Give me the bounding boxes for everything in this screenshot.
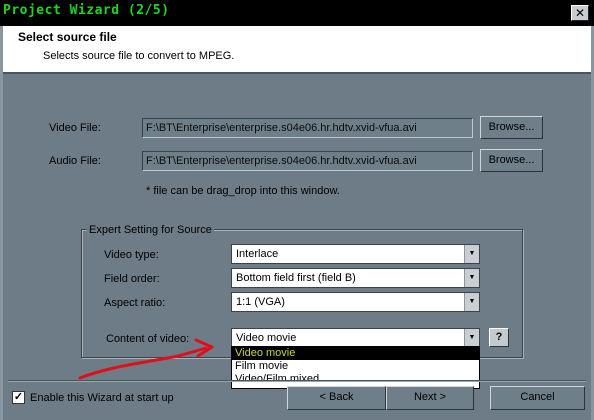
window-title: Project Wizard (2/5) [3,3,170,18]
video-file-input[interactable]: F:\BT\Enterprise\enterprise.s04e06.hr.hd… [142,118,473,138]
chevron-down-icon[interactable]: ▼ [464,245,479,263]
field-order-label: Field order: [104,273,160,285]
video-browse-button[interactable]: Browse... [480,116,543,139]
cancel-button[interactable]: Cancel [490,386,585,410]
aspect-ratio-select[interactable]: 1:1 (VGA) ▼ [231,292,480,312]
field-order-select[interactable]: Bottom field first (field B) ▼ [231,268,480,288]
enable-wizard-label: Enable this Wizard at start up [30,392,174,404]
dropdown-option-video-movie[interactable]: Video movie [232,347,479,360]
audio-file-label: Audio File: [49,155,101,167]
chevron-down-icon[interactable]: ▼ [464,269,479,287]
expert-settings-title: Expert Setting for Source [87,224,214,236]
aspect-ratio-value: 1:1 (VGA) [236,296,285,308]
video-file-label: Video File: [49,122,101,134]
footer-separator [8,380,586,382]
chevron-down-icon[interactable]: ▼ [464,329,479,347]
back-button[interactable]: < Back [287,386,386,410]
wizard-header: Select source file Selects source file t… [3,26,591,74]
content-of-video-value: Video movie [236,332,297,344]
content-of-video-label: Content of video: [106,333,190,345]
close-icon: ✕ [574,6,586,20]
audio-browse-button[interactable]: Browse... [480,149,543,172]
content-of-video-select[interactable]: Video movie ▼ [231,328,480,348]
video-type-value: Interlace [236,248,279,260]
video-type-select[interactable]: Interlace ▼ [231,244,480,264]
drag-drop-hint: * file can be drag_drop into this window… [146,185,340,197]
audio-file-input[interactable]: F:\BT\Enterprise\enterprise.s04e06.hr.hd… [142,151,473,171]
close-button[interactable]: ✕ [571,5,589,21]
video-type-label: Video type: [104,249,159,261]
next-button[interactable]: Next > [386,386,474,410]
field-order-value: Bottom field first (field B) [236,272,356,284]
enable-wizard-checkbox[interactable]: ✓ [12,391,25,404]
page-subtitle: Selects source file to convert to MPEG. [43,50,235,62]
aspect-ratio-label: Aspect ratio: [104,297,166,309]
page-title: Select source file [18,30,117,44]
dropdown-option-film-movie[interactable]: Film movie [232,360,479,373]
chevron-down-icon[interactable]: ▼ [464,293,479,311]
title-bar: Project Wizard (2/5) ✕ [0,0,594,26]
window-frame-left [0,26,3,420]
help-button[interactable]: ? [489,328,509,347]
content-of-video-dropdown: Video movie Film movie Video/Film mixed [231,346,480,389]
